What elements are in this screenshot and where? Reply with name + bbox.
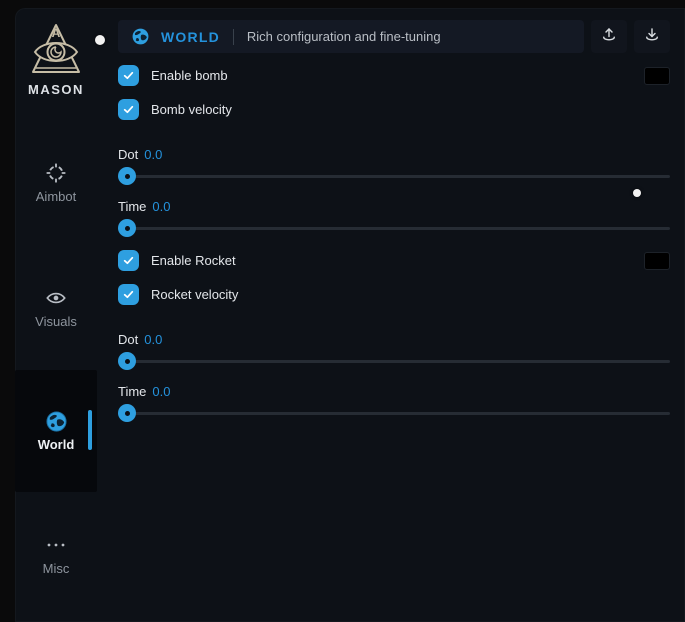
download-icon bbox=[643, 26, 661, 47]
bomb-color-swatch[interactable] bbox=[644, 67, 670, 85]
toggle-row-enable-rocket: Enable Rocket bbox=[118, 250, 670, 271]
upload-config-button[interactable] bbox=[591, 20, 627, 53]
slider-value: 0.0 bbox=[152, 199, 170, 214]
rocket-time-slider[interactable] bbox=[118, 404, 670, 422]
cursor-dot bbox=[633, 189, 641, 197]
page-subtitle: Rich configuration and fine-tuning bbox=[247, 29, 441, 44]
mason-window: A MASON Aimbot bbox=[15, 8, 685, 622]
slider-group-bomb-time: Time 0.0 bbox=[118, 199, 670, 237]
toggle-row-enable-bomb: Enable bomb bbox=[118, 65, 670, 86]
bomb-velocity-checkbox[interactable] bbox=[118, 99, 139, 120]
slider-value: 0.0 bbox=[152, 384, 170, 399]
header-divider bbox=[233, 29, 234, 45]
globe-icon bbox=[131, 27, 150, 46]
toggle-label: Bomb velocity bbox=[151, 102, 232, 117]
mason-eye-pyramid-icon: A bbox=[27, 22, 85, 76]
rocket-color-swatch[interactable] bbox=[644, 252, 670, 270]
slider-track bbox=[118, 175, 670, 178]
eye-icon bbox=[45, 287, 67, 309]
slider-group-rocket-dot: Dot 0.0 bbox=[118, 332, 670, 370]
slider-handle[interactable] bbox=[118, 167, 136, 185]
upload-icon bbox=[600, 26, 618, 47]
slider-track bbox=[118, 412, 670, 415]
sidebar-item-label: Aimbot bbox=[36, 189, 76, 204]
rocket-dot-slider[interactable] bbox=[118, 352, 670, 370]
logo: A MASON bbox=[15, 22, 97, 97]
sidebar-item-label: World bbox=[38, 437, 75, 452]
download-config-button[interactable] bbox=[634, 20, 670, 53]
toggle-row-rocket-velocity: Rocket velocity bbox=[118, 284, 670, 305]
slider-label-row: Dot 0.0 bbox=[118, 332, 670, 347]
slider-label: Time bbox=[118, 199, 146, 214]
sidebar: A MASON Aimbot bbox=[15, 8, 97, 622]
enable-rocket-checkbox[interactable] bbox=[118, 250, 139, 271]
page-title: WORLD bbox=[161, 29, 220, 45]
sidebar-item-label: Misc bbox=[43, 561, 70, 576]
slider-value: 0.0 bbox=[144, 332, 162, 347]
header-row: WORLD Rich configuration and fine-tuning bbox=[118, 20, 670, 53]
ellipsis-icon bbox=[44, 534, 68, 556]
slider-group-bomb-dot: Dot 0.0 bbox=[118, 147, 670, 185]
slider-handle[interactable] bbox=[118, 352, 136, 370]
slider-label-row: Time 0.0 bbox=[118, 199, 670, 214]
logo-text: MASON bbox=[28, 82, 84, 97]
slider-value: 0.0 bbox=[144, 147, 162, 162]
cursor-dot bbox=[95, 35, 105, 45]
slider-track bbox=[118, 227, 670, 230]
slider-handle-dot bbox=[125, 411, 130, 416]
sidebar-item-world[interactable]: World bbox=[15, 404, 97, 458]
toggle-label: Enable bomb bbox=[151, 68, 228, 83]
slider-label-row: Time 0.0 bbox=[118, 384, 670, 399]
sidebar-item-visuals[interactable]: Visuals bbox=[15, 281, 97, 335]
bomb-time-slider[interactable] bbox=[118, 219, 670, 237]
slider-handle-dot bbox=[125, 359, 130, 364]
crosshair-icon bbox=[45, 162, 67, 184]
slider-track bbox=[118, 360, 670, 363]
enable-bomb-checkbox[interactable] bbox=[118, 65, 139, 86]
svg-text:A: A bbox=[52, 26, 61, 40]
sidebar-item-misc[interactable]: Misc bbox=[15, 528, 97, 582]
sidebar-item-label: Visuals bbox=[35, 314, 77, 329]
slider-handle-dot bbox=[125, 226, 130, 231]
slider-label: Dot bbox=[118, 147, 138, 162]
toggle-label: Enable Rocket bbox=[151, 253, 236, 268]
bomb-dot-slider[interactable] bbox=[118, 167, 670, 185]
rocket-velocity-checkbox[interactable] bbox=[118, 284, 139, 305]
toggle-label: Rocket velocity bbox=[151, 287, 238, 302]
sidebar-item-aimbot[interactable]: Aimbot bbox=[15, 156, 97, 210]
slider-label: Time bbox=[118, 384, 146, 399]
content-panel: WORLD Rich configuration and fine-tuning bbox=[97, 8, 685, 622]
toggle-row-bomb-velocity: Bomb velocity bbox=[118, 99, 670, 120]
slider-label-row: Dot 0.0 bbox=[118, 147, 670, 162]
slider-group-rocket-time: Time 0.0 bbox=[118, 384, 670, 422]
slider-handle[interactable] bbox=[118, 219, 136, 237]
slider-label: Dot bbox=[118, 332, 138, 347]
slider-handle[interactable] bbox=[118, 404, 136, 422]
globe-icon bbox=[45, 410, 68, 432]
slider-handle-dot bbox=[125, 174, 130, 179]
section-header-bar: WORLD Rich configuration and fine-tuning bbox=[118, 20, 584, 53]
stage: A MASON Aimbot bbox=[0, 0, 685, 622]
